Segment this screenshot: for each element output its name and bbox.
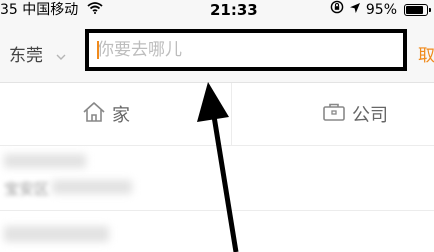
annotation-arrow	[197, 82, 239, 252]
